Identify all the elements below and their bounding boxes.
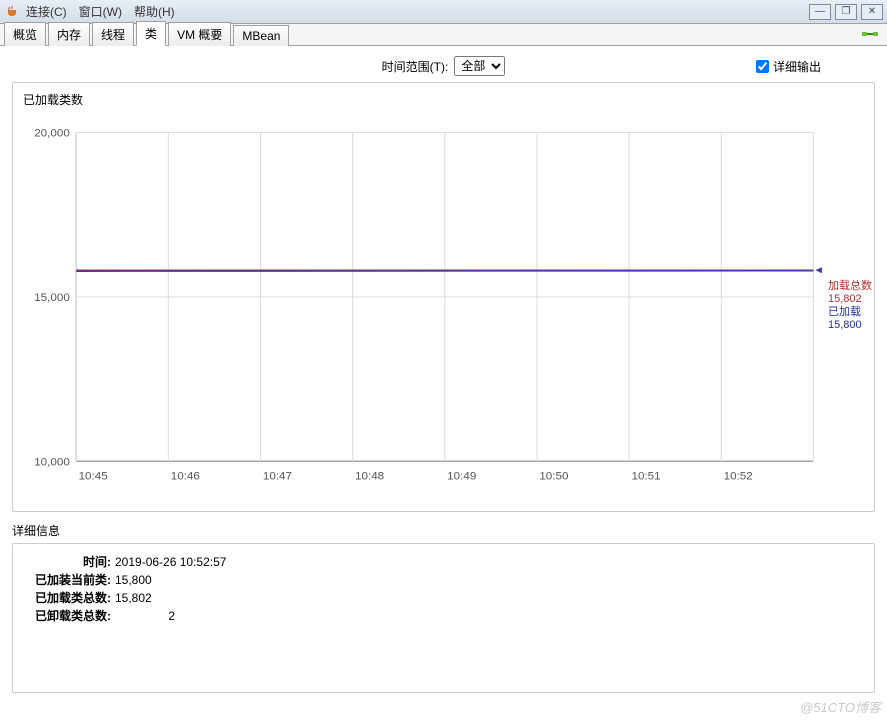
tab-mbean[interactable]: MBean <box>233 25 289 46</box>
detail-loaded-current-value: 15,800 <box>115 573 175 587</box>
java-cup-icon <box>4 4 20 20</box>
time-range-label: 时间范围(T): <box>382 58 449 75</box>
tab-classes[interactable]: 类 <box>136 21 166 46</box>
detail-loaded-current-label: 已加装当前类: <box>25 571 111 588</box>
tab-vm-summary[interactable]: VM 概要 <box>168 22 231 46</box>
svg-text:20,000: 20,000 <box>34 128 70 140</box>
window-titlebar: 连接(C) 窗口(W) 帮助(H) — ❐ ✕ <box>0 0 887 24</box>
detail-time-value: 2019-06-26 10:52:57 <box>115 555 226 569</box>
legend-loaded-label: 已加载 <box>828 306 872 319</box>
legend-loaded-value: 15,800 <box>828 319 872 332</box>
svg-text:10:47: 10:47 <box>263 471 292 483</box>
tab-memory[interactable]: 内存 <box>48 22 90 46</box>
detail-unloaded-total-value: 2 <box>115 609 175 623</box>
legend-total-label: 加载总数 <box>828 280 872 293</box>
svg-text:10:52: 10:52 <box>724 471 753 483</box>
time-range-select[interactable]: 全部 <box>454 56 505 76</box>
tab-threads[interactable]: 线程 <box>92 22 134 46</box>
svg-text:10,000: 10,000 <box>34 456 70 468</box>
svg-text:15,000: 15,000 <box>34 292 70 304</box>
details-heading: 详细信息 <box>12 522 875 543</box>
watermark: @51CTO博客 <box>800 697 881 716</box>
close-button[interactable]: ✕ <box>861 4 883 20</box>
maximize-button[interactable]: ❐ <box>835 4 857 20</box>
tab-overview[interactable]: 概览 <box>4 22 46 46</box>
detail-output-checkbox[interactable] <box>756 60 769 73</box>
tab-bar: 概览 内存 线程 类 VM 概要 MBean <box>0 24 887 46</box>
chart-legend: 加载总数 15,802 已加载 15,800 <box>828 280 872 333</box>
detail-output-label: 详细输出 <box>773 58 821 75</box>
menu-window[interactable]: 窗口(W) <box>79 3 122 20</box>
minimize-button[interactable]: — <box>809 4 831 20</box>
svg-text:10:50: 10:50 <box>539 471 568 483</box>
detail-loaded-total-label: 已加载类总数: <box>25 589 111 606</box>
details-panel: 详细信息 时间: 2019-06-26 10:52:57 已加装当前类: 15,80… <box>12 522 875 693</box>
menu-help[interactable]: 帮助(H) <box>134 3 175 20</box>
svg-text:10:46: 10:46 <box>171 471 200 483</box>
menu-bar: 连接(C) 窗口(W) 帮助(H) <box>26 3 175 20</box>
connection-status-icon <box>861 26 879 45</box>
svg-text:10:45: 10:45 <box>79 471 108 483</box>
svg-text:10:49: 10:49 <box>447 471 476 483</box>
chart-title: 已加载类数 <box>19 89 824 112</box>
controls-row: 时间范围(T): 全部 详细输出 <box>6 52 881 80</box>
legend-total-value: 15,802 <box>828 293 872 306</box>
chart-panel: 已加载类数 20,000 15,000 10,000 <box>12 82 875 512</box>
tab-content: 时间范围(T): 全部 详细输出 已加载类数 20,000 15,000 10,… <box>0 46 887 720</box>
line-chart[interactable]: 20,000 15,000 10,000 10:45 10:46 1 <box>19 112 824 492</box>
detail-loaded-total-value: 15,802 <box>115 591 175 605</box>
menu-connect[interactable]: 连接(C) <box>26 3 67 20</box>
detail-output-wrap: 详细输出 <box>756 58 821 75</box>
detail-time-label: 时间: <box>25 553 111 570</box>
detail-unloaded-total-label: 已卸载类总数: <box>25 607 111 624</box>
details-body: 时间: 2019-06-26 10:52:57 已加装当前类: 15,800 已加载… <box>12 543 875 693</box>
svg-text:10:48: 10:48 <box>355 471 384 483</box>
svg-text:10:51: 10:51 <box>631 471 660 483</box>
